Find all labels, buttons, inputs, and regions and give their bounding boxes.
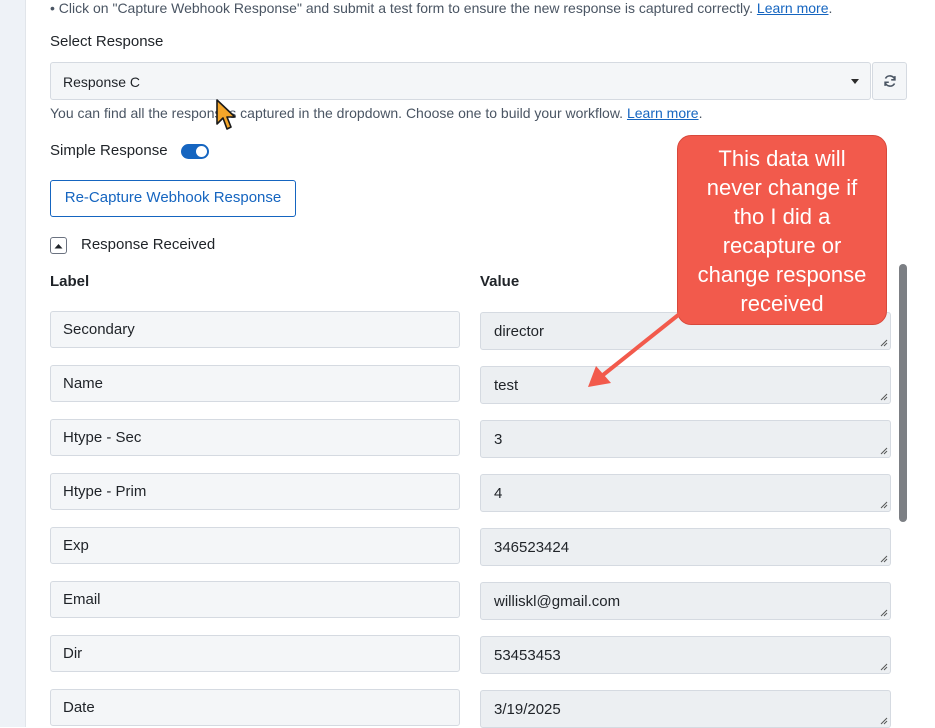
resize-grip-icon[interactable] [880,501,888,509]
resize-grip-icon[interactable] [880,393,888,401]
annotation-line: tho I did a [733,204,831,229]
row-value-field[interactable]: test [480,366,891,404]
response-select[interactable]: Response C [50,62,871,100]
recapture-webhook-button[interactable]: Re-Capture Webhook Response [50,180,296,217]
response-help-end: . [698,105,703,121]
annotation-line: change response [697,262,867,287]
value-column-header: Value [480,273,520,290]
capture-tip-end: . [828,0,833,16]
row-value-text: 53453453 [494,647,561,664]
row-label-field[interactable]: Dir [50,635,460,672]
simple-response-label: Simple Response [50,142,168,159]
row-value-text: 4 [494,485,503,502]
resize-grip-icon[interactable] [880,555,888,563]
row-value-field[interactable]: 3/19/2025 [480,690,891,728]
annotation-line: never change if [706,175,858,200]
resize-grip-icon[interactable] [880,663,888,671]
response-help-text: You can find all the responses captured … [50,105,702,121]
simple-response-toggle[interactable] [181,144,209,159]
row-value-field[interactable]: 346523424 [480,528,891,566]
row-value-field[interactable]: williskl@gmail.com [480,582,891,620]
capture-tip-text: • Click on "Capture Webhook Response" an… [50,0,754,16]
resize-grip-icon[interactable] [880,339,888,347]
row-value-field[interactable]: 53453453 [480,636,891,674]
resize-grip-icon[interactable] [880,609,888,617]
row-label-field[interactable]: Htype - Prim [50,473,460,510]
scrollbar-thumb[interactable] [899,264,907,522]
row-label-field[interactable]: Htype - Sec [50,419,460,456]
capture-tip: • Click on "Capture Webhook Response" an… [50,0,832,16]
row-label-field[interactable]: Date [50,689,460,726]
response-received-collapse-button[interactable] [50,237,67,254]
row-value-text: test [494,377,519,394]
response-help-body: You can find all the responses captured … [50,105,624,121]
chevron-down-icon [851,79,859,84]
mouse-pointer-icon [215,98,237,137]
response-select-value: Response C [63,74,141,90]
row-value-field[interactable]: 3 [480,420,891,458]
row-value-text: director [494,323,545,340]
row-label-field[interactable]: Secondary [50,311,460,348]
response-received-label: Response Received [81,236,216,253]
row-label-field[interactable]: Exp [50,527,460,564]
row-value-text: 3 [494,431,503,448]
annotation-callout: This data will never change if tho I did… [677,135,887,325]
response-help-learn-more-link[interactable]: Learn more [627,105,699,121]
annotation-line: This data will [718,146,846,171]
resize-grip-icon[interactable] [880,717,888,725]
annotation-line: received [740,291,824,316]
row-value-text: williskl@gmail.com [494,593,621,610]
toggle-knob [196,146,207,157]
row-value-text: 3/19/2025 [494,701,561,718]
annotation-line: recapture or [722,233,842,258]
label-column-header: Label [50,273,90,290]
row-value-field[interactable]: 4 [480,474,891,512]
resize-grip-icon[interactable] [880,447,888,455]
chevron-up-icon [54,243,63,248]
refresh-responses-button[interactable] [872,62,907,100]
refresh-icon [883,75,896,87]
row-value-text: 346523424 [494,539,570,556]
row-label-field[interactable]: Email [50,581,460,618]
row-label-field[interactable]: Name [50,365,460,402]
capture-tip-learn-more-link[interactable]: Learn more [757,0,829,16]
select-response-label: Select Response [50,33,164,50]
